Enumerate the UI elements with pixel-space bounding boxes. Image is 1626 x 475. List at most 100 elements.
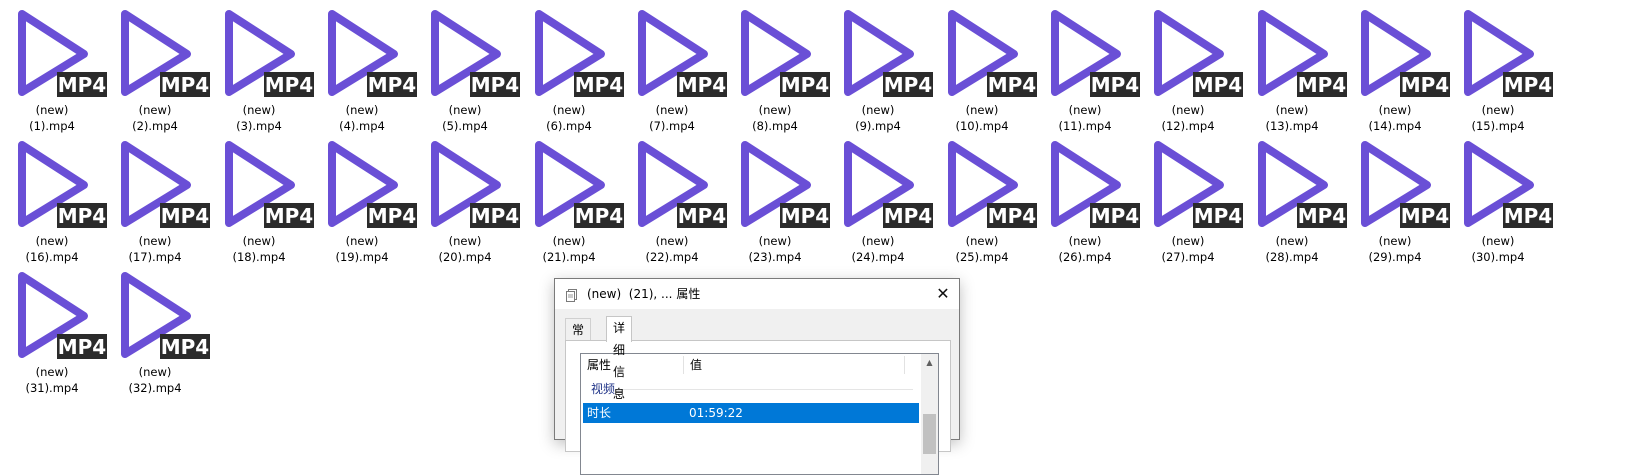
group-header-video[interactable]: 视频 [581, 380, 921, 398]
mp4-play-icon: MP4 [12, 137, 108, 233]
mp4-play-icon: MP4 [425, 6, 521, 102]
mp4-badge-label: MP4 [161, 204, 209, 228]
mp4-badge-label: MP4 [368, 204, 416, 228]
vertical-scrollbar[interactable]: ▲ [921, 354, 938, 474]
column-header-property[interactable]: 属性 [581, 354, 683, 376]
close-button[interactable]: ✕ [927, 279, 959, 309]
mp4-play-icon: MP4 [115, 6, 211, 102]
mp4-play-icon: MP4 [1252, 137, 1348, 233]
file-item[interactable]: MP4 (new) (9).mp4 [826, 0, 933, 133]
mp4-badge-label: MP4 [265, 204, 313, 228]
group-divider [591, 389, 913, 390]
file-name-line2: (20).mp4 [438, 250, 492, 264]
file-name: (new) (4).mp4 [310, 102, 414, 134]
file-item[interactable]: MP4 (new) (32).mp4 [103, 262, 210, 395]
file-item[interactable]: MP4 (new) (28).mp4 [1240, 131, 1347, 264]
file-name-line1: (new) [861, 234, 895, 248]
property-row-duration[interactable]: 时长 01:59:22 [583, 403, 919, 423]
file-item[interactable]: MP4 (new) (8).mp4 [723, 0, 830, 133]
mp4-play-icon: MP4 [1148, 137, 1244, 233]
scroll-thumb[interactable] [923, 414, 936, 454]
file-item[interactable]: MP4 (new) (20).mp4 [413, 131, 520, 264]
mp4-badge-label: MP4 [471, 204, 519, 228]
file-item[interactable]: MP4 (new) (26).mp4 [1033, 131, 1140, 264]
file-item[interactable]: MP4 (new) (14).mp4 [1343, 0, 1450, 133]
file-item[interactable]: MP4 (new) (11).mp4 [1033, 0, 1140, 133]
tab-general[interactable]: 常规 [565, 318, 592, 359]
file-name: (new) (16).mp4 [0, 233, 104, 265]
scroll-up-button[interactable]: ▲ [921, 354, 938, 371]
file-item[interactable]: MP4 (new) (7).mp4 [620, 0, 727, 133]
file-name: (new) (6).mp4 [517, 102, 621, 134]
file-item[interactable]: MP4 (new) (12).mp4 [1136, 0, 1243, 133]
mp4-play-icon: MP4 [12, 6, 108, 102]
column-header-value[interactable]: 值 [684, 354, 904, 376]
property-list[interactable]: 属性 值 视频 时长 01:59:22 ▲ [580, 353, 939, 475]
mp4-badge-label: MP4 [265, 73, 313, 97]
file-name: (new) (5).mp4 [413, 102, 517, 134]
file-item[interactable]: MP4 (new) (17).mp4 [103, 131, 210, 264]
file-item[interactable]: MP4 (new) (21).mp4 [517, 131, 624, 264]
file-name-line1: (new) [1378, 103, 1412, 117]
dialog-titlebar[interactable]: (new) (21), ... 属性 ✕ [555, 279, 959, 309]
mp4-play-icon: MP4 [219, 6, 315, 102]
mp4-badge-label: MP4 [58, 73, 106, 97]
mp4-badge-label: MP4 [161, 335, 209, 359]
mp4-play-icon: MP4 [735, 6, 831, 102]
mp4-play-icon: MP4 [322, 137, 418, 233]
file-item[interactable]: MP4 (new) (4).mp4 [310, 0, 417, 133]
mp4-badge-label: MP4 [1401, 204, 1449, 228]
file-name-line1: (new) [1481, 234, 1515, 248]
file-item[interactable]: MP4 (new) (3).mp4 [207, 0, 314, 133]
file-item[interactable]: MP4 (new) (13).mp4 [1240, 0, 1347, 133]
file-item[interactable]: MP4 (new) (18).mp4 [207, 131, 314, 264]
file-item[interactable]: MP4 (new) (1).mp4 [0, 0, 107, 133]
mp4-badge-label: MP4 [471, 73, 519, 97]
file-item[interactable]: MP4 (new) (5).mp4 [413, 0, 520, 133]
file-item[interactable]: MP4 (new) (24).mp4 [826, 131, 933, 264]
mp4-play-icon: MP4 [12, 268, 108, 364]
file-name-line1: (new) [1275, 234, 1309, 248]
file-name: (new) (24).mp4 [826, 233, 930, 265]
mp4-badge-label: MP4 [1298, 73, 1346, 97]
file-name: (new) (8).mp4 [723, 102, 827, 134]
file-name: (new) (18).mp4 [207, 233, 311, 265]
file-name: (new) (30).mp4 [1446, 233, 1550, 265]
file-name: (new) (12).mp4 [1136, 102, 1240, 134]
file-item[interactable]: MP4 (new) (10).mp4 [930, 0, 1037, 133]
file-item[interactable]: MP4 (new) (2).mp4 [103, 0, 210, 133]
mp4-badge-label: MP4 [1504, 204, 1552, 228]
file-name-line2: (27).mp4 [1161, 250, 1215, 264]
file-name-line1: (new) [1275, 103, 1309, 117]
mp4-badge-label: MP4 [884, 204, 932, 228]
file-item[interactable]: MP4 (new) (30).mp4 [1446, 131, 1553, 264]
file-name: (new) (20).mp4 [413, 233, 517, 265]
file-item[interactable]: MP4 (new) (25).mp4 [930, 131, 1037, 264]
file-name-line2: (22).mp4 [645, 250, 699, 264]
file-name: (new) (1).mp4 [0, 102, 104, 134]
file-name-line1: (new) [552, 234, 586, 248]
file-item[interactable]: MP4 (new) (29).mp4 [1343, 131, 1450, 264]
file-name-line1: (new) [1171, 103, 1205, 117]
file-item[interactable]: MP4 (new) (16).mp4 [0, 131, 107, 264]
close-icon: ✕ [936, 284, 950, 303]
mp4-play-icon: MP4 [115, 268, 211, 364]
file-item[interactable]: MP4 (new) (6).mp4 [517, 0, 624, 133]
file-item[interactable]: MP4 (new) (23).mp4 [723, 131, 830, 264]
file-item[interactable]: MP4 (new) (27).mp4 [1136, 131, 1243, 264]
mp4-badge-label: MP4 [1091, 204, 1139, 228]
file-item[interactable]: MP4 (new) (15).mp4 [1446, 0, 1553, 133]
mp4-play-icon: MP4 [115, 137, 211, 233]
file-item[interactable]: MP4 (new) (19).mp4 [310, 131, 417, 264]
file-name-line2: (18).mp4 [232, 250, 286, 264]
file-item[interactable]: MP4 (new) (31).mp4 [0, 262, 107, 395]
mp4-play-icon: MP4 [838, 137, 934, 233]
file-name-line2: (23).mp4 [748, 250, 802, 264]
file-item[interactable]: MP4 (new) (22).mp4 [620, 131, 727, 264]
tab-details[interactable]: 详细信息 [606, 316, 633, 401]
property-name: 时长 [587, 406, 612, 420]
mp4-badge-label: MP4 [884, 73, 932, 97]
column-divider[interactable] [904, 356, 905, 374]
mp4-badge-label: MP4 [678, 73, 726, 97]
file-name: (new) (14).mp4 [1343, 102, 1447, 134]
